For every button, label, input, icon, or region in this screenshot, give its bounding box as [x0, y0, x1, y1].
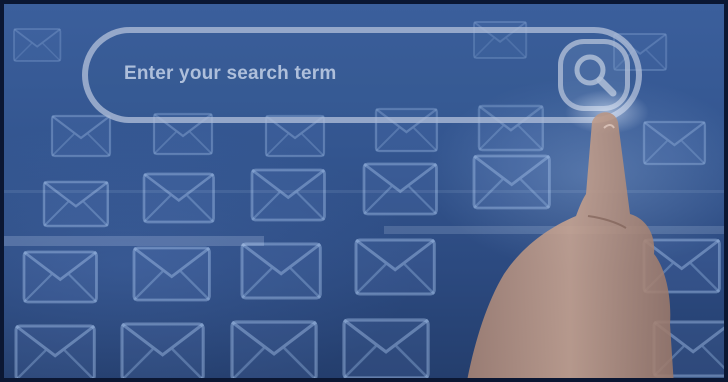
envelope-icon	[50, 114, 112, 158]
envelope-icon	[120, 322, 205, 378]
search-icon	[574, 54, 617, 97]
envelope-icon	[652, 320, 724, 378]
search-bar[interactable]: Enter your search term	[82, 27, 642, 123]
envelope-icon	[342, 318, 430, 378]
envelope-icon	[250, 168, 326, 222]
envelope-icon	[642, 120, 707, 166]
envelope-icon	[42, 180, 110, 228]
envelope-icon	[22, 250, 98, 304]
hero-banner: Enter your search term	[0, 0, 728, 382]
envelope-icon	[642, 238, 721, 294]
envelope-icon	[14, 324, 96, 378]
search-button[interactable]	[558, 39, 630, 111]
search-input[interactable]: Enter your search term	[124, 63, 336, 85]
envelope-icon	[132, 246, 211, 302]
envelope-icon	[354, 238, 436, 296]
envelope-icon	[240, 242, 322, 300]
envelope-icon	[472, 154, 551, 210]
envelope-icon	[230, 320, 318, 378]
envelope-icon	[142, 172, 215, 224]
envelope-icon	[13, 28, 62, 62]
envelope-icon	[362, 162, 438, 216]
